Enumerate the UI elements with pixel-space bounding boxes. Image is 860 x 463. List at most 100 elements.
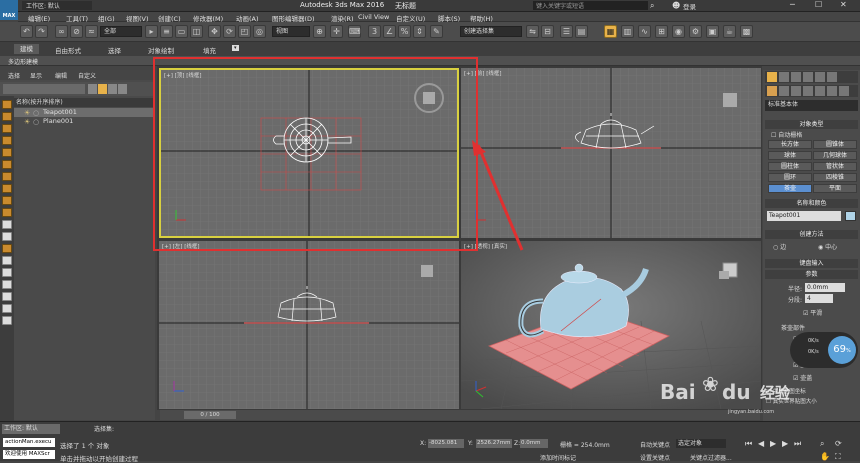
creation-method-header[interactable]: 创建方法	[765, 230, 858, 239]
teapot-button[interactable]: 茶壶	[768, 184, 812, 193]
search-icon[interactable]: ⌕	[650, 1, 654, 11]
percent-snap-icon[interactable]: %	[398, 25, 411, 38]
filter-hidden-icon[interactable]	[2, 256, 12, 265]
scale-icon[interactable]: ◰	[238, 25, 251, 38]
plane-button[interactable]: 平面	[813, 184, 857, 193]
cylinder-button[interactable]: 圆柱体	[768, 162, 812, 171]
filter-all-icon[interactable]	[2, 268, 12, 277]
freeze-icon[interactable]: ○	[33, 109, 39, 117]
lock-icon[interactable]	[118, 84, 127, 94]
shapes-icon[interactable]	[779, 86, 789, 96]
display-icon[interactable]	[2, 112, 12, 121]
filter-bones-icon[interactable]	[2, 220, 12, 229]
viewport-left[interactable]: [+] [左] [线框]	[159, 241, 459, 409]
collapse-all-icon[interactable]	[2, 316, 12, 325]
scene-item-teapot[interactable]: Teapot001	[43, 108, 77, 117]
name-color-header[interactable]: 名称和颜色	[765, 199, 858, 208]
ribbon-tab-modeling[interactable]: 建模	[14, 44, 39, 54]
torus-button[interactable]: 圆环	[768, 173, 812, 182]
move-icon[interactable]: ✥	[208, 25, 221, 38]
close-button[interactable]: ✕	[840, 0, 847, 9]
lightbulb-icon[interactable]: ☀	[24, 109, 30, 117]
scene-menu-edit[interactable]: 编辑	[55, 71, 67, 80]
render-icon[interactable]: ☕	[723, 25, 736, 38]
filter-lights-icon[interactable]	[2, 148, 12, 157]
scene-search-input[interactable]	[3, 84, 85, 94]
filter-spacewarps-icon[interactable]	[2, 184, 12, 193]
autogrid-checkbox[interactable]: ☐ 自动栅格	[771, 130, 802, 139]
segments-input[interactable]: 4	[805, 294, 833, 303]
graphite-icon[interactable]: ▤	[575, 25, 588, 38]
y-coordinate[interactable]: 2526.27mm	[476, 439, 512, 448]
modify-tab-icon[interactable]	[779, 72, 789, 82]
filter-helpers-icon[interactable]	[2, 172, 12, 181]
orbit-icon[interactable]: ⟳	[835, 439, 842, 448]
next-frame-icon[interactable]: ▶	[782, 439, 788, 448]
ribbon-tab-populate[interactable]: 填充	[203, 45, 216, 55]
scene-menu-select[interactable]: 选择	[8, 71, 20, 80]
pyramid-button[interactable]: 四棱锥	[813, 173, 857, 182]
scene-menu-display[interactable]: 显示	[30, 71, 42, 80]
object-type-header[interactable]: 对象类型	[765, 120, 858, 129]
spinner-snap-icon[interactable]: ⇕	[413, 25, 426, 38]
maxscript-welcome[interactable]: 欢迎使用 MAXScr	[3, 450, 55, 459]
manipulate-icon[interactable]: ✛	[330, 25, 343, 38]
maxscript-listener[interactable]: actionMan.execu	[3, 438, 55, 447]
curve-editor-icon[interactable]: ∿	[638, 25, 651, 38]
workspace-dropdown[interactable]: 工作区: 默认	[22, 1, 92, 10]
goto-end-icon[interactable]: ⏭	[794, 439, 801, 449]
rendered-frame-icon[interactable]: ▣	[706, 25, 719, 38]
align-icon[interactable]: ⊟	[541, 25, 554, 38]
layer-view-icon[interactable]	[108, 84, 117, 94]
filter-geometry-icon[interactable]	[2, 124, 12, 133]
filter-invert-icon[interactable]	[2, 292, 12, 301]
smooth-checkbox[interactable]: ☑ 平滑	[803, 308, 822, 317]
play-icon[interactable]: ▶	[770, 439, 776, 448]
edge-radio[interactable]: ○ 边	[773, 242, 786, 251]
scene-explorer-toggle-icon[interactable]: ▦	[604, 25, 617, 38]
lightbulb-icon[interactable]: ☀	[24, 118, 30, 126]
maximize-button[interactable]: ☐	[815, 0, 822, 9]
helpers-icon[interactable]	[815, 86, 825, 96]
select-tool-icon[interactable]	[2, 100, 12, 109]
sphere-button[interactable]: 球体	[768, 151, 812, 160]
ribbon-sub-label[interactable]: 多边形建模	[8, 57, 38, 66]
category-dropdown[interactable]: 标准基本体	[765, 100, 858, 111]
z-coordinate[interactable]: 0.0mm	[520, 439, 548, 448]
filter-xrefs-icon[interactable]	[2, 208, 12, 217]
keyboard-shortcut-icon[interactable]: ⌨	[348, 25, 361, 38]
cameras-icon[interactable]	[803, 86, 813, 96]
pivot-icon[interactable]: ⊕	[313, 25, 326, 38]
object-name-input[interactable]: Teapot001	[767, 211, 841, 221]
display-tab-icon[interactable]	[815, 72, 825, 82]
schematic-view-icon[interactable]: ⊞	[655, 25, 668, 38]
filter-none-icon[interactable]	[2, 280, 12, 289]
rotate-icon[interactable]: ⟳	[223, 25, 236, 38]
search-input[interactable]: 键入关键字或短语	[533, 1, 648, 10]
link-icon[interactable]: ∞	[55, 25, 68, 38]
spacewarps-icon[interactable]	[827, 86, 837, 96]
place-icon[interactable]: ◎	[253, 25, 266, 38]
mirror-icon[interactable]: ⇋	[526, 25, 539, 38]
radius-input[interactable]: 0.0mm	[805, 283, 845, 292]
hierarchy-tab-icon[interactable]	[791, 72, 801, 82]
time-slider-thumb[interactable]: 0 / 100	[184, 411, 236, 419]
x-coordinate[interactable]: -8025.081	[428, 439, 464, 448]
ribbon-tab-object-paint[interactable]: 对象绘制	[148, 45, 174, 55]
filter-groups-icon[interactable]	[2, 196, 12, 205]
edit-named-sel-icon[interactable]: ✎	[430, 25, 443, 38]
material-editor-icon[interactable]: ◉	[672, 25, 685, 38]
ribbon-tab-selection[interactable]: 选择	[108, 45, 121, 55]
geosphere-button[interactable]: 几何球体	[813, 151, 857, 160]
box-button[interactable]: 长方体	[768, 140, 812, 149]
filter-frozen-icon[interactable]	[2, 244, 12, 253]
selection-filter-dropdown[interactable]: 全部	[100, 26, 142, 37]
unlink-icon[interactable]: ⊘	[70, 25, 83, 38]
zoom-icon[interactable]: ⌕	[820, 439, 824, 449]
lid-checkbox[interactable]: ☑ 壶盖	[793, 373, 812, 382]
app-logo[interactable]: MAX	[0, 0, 18, 20]
object-color-swatch[interactable]	[845, 211, 856, 221]
named-selection-dropdown[interactable]: 创建选择集	[460, 26, 522, 37]
create-tab-icon[interactable]	[767, 72, 777, 82]
motion-tab-icon[interactable]	[803, 72, 813, 82]
